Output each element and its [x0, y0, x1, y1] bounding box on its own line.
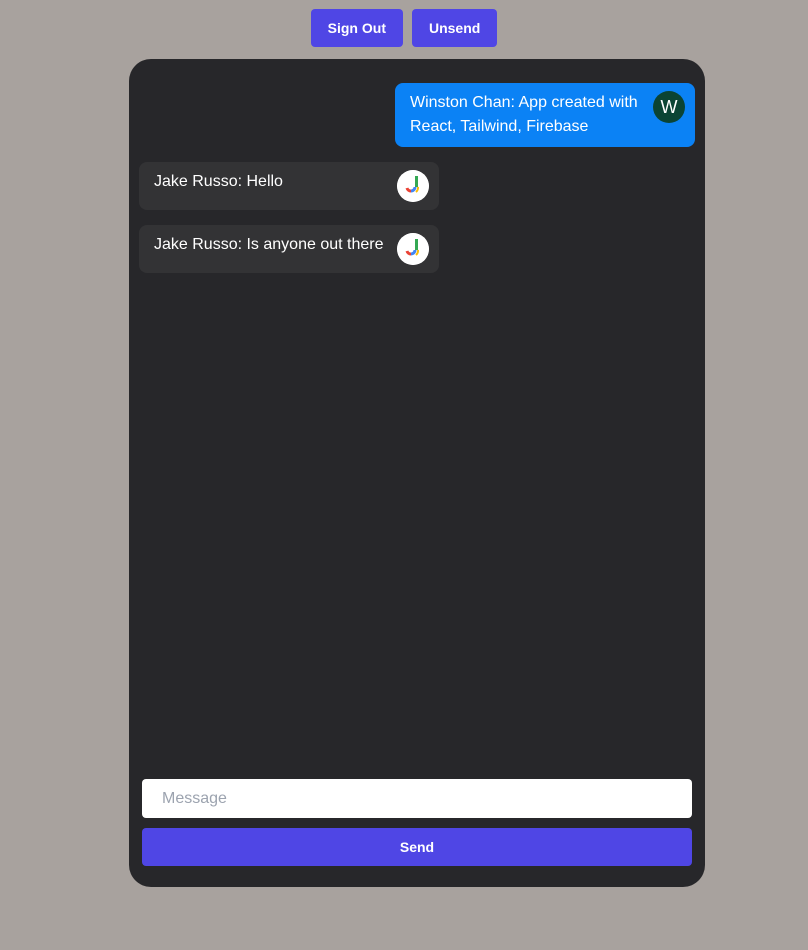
send-button[interactable]: Send — [142, 828, 692, 866]
google-avatar-icon — [397, 170, 429, 202]
user-avatar: W — [653, 91, 685, 123]
message-text: Jake Russo: Is anyone out there — [154, 236, 384, 253]
message-text: Jake Russo: Hello — [154, 173, 283, 190]
unsend-button[interactable]: Unsend — [411, 9, 498, 47]
message-text: Winston Chan: App created with React, Ta… — [410, 94, 638, 135]
google-avatar-icon — [397, 233, 429, 265]
message-bubble-outgoing: Winston Chan: App created with React, Ta… — [395, 83, 695, 147]
sign-out-button[interactable]: Sign Out — [310, 9, 403, 47]
chat-panel: Winston Chan: App created with React, Ta… — [129, 59, 705, 887]
top-toolbar: Sign Out Unsend — [0, 9, 808, 47]
message-bubble-incoming: Jake Russo: Is anyone out there — [139, 225, 439, 273]
message-bubble-incoming: Jake Russo: Hello — [139, 162, 439, 210]
message-input[interactable] — [142, 779, 692, 818]
